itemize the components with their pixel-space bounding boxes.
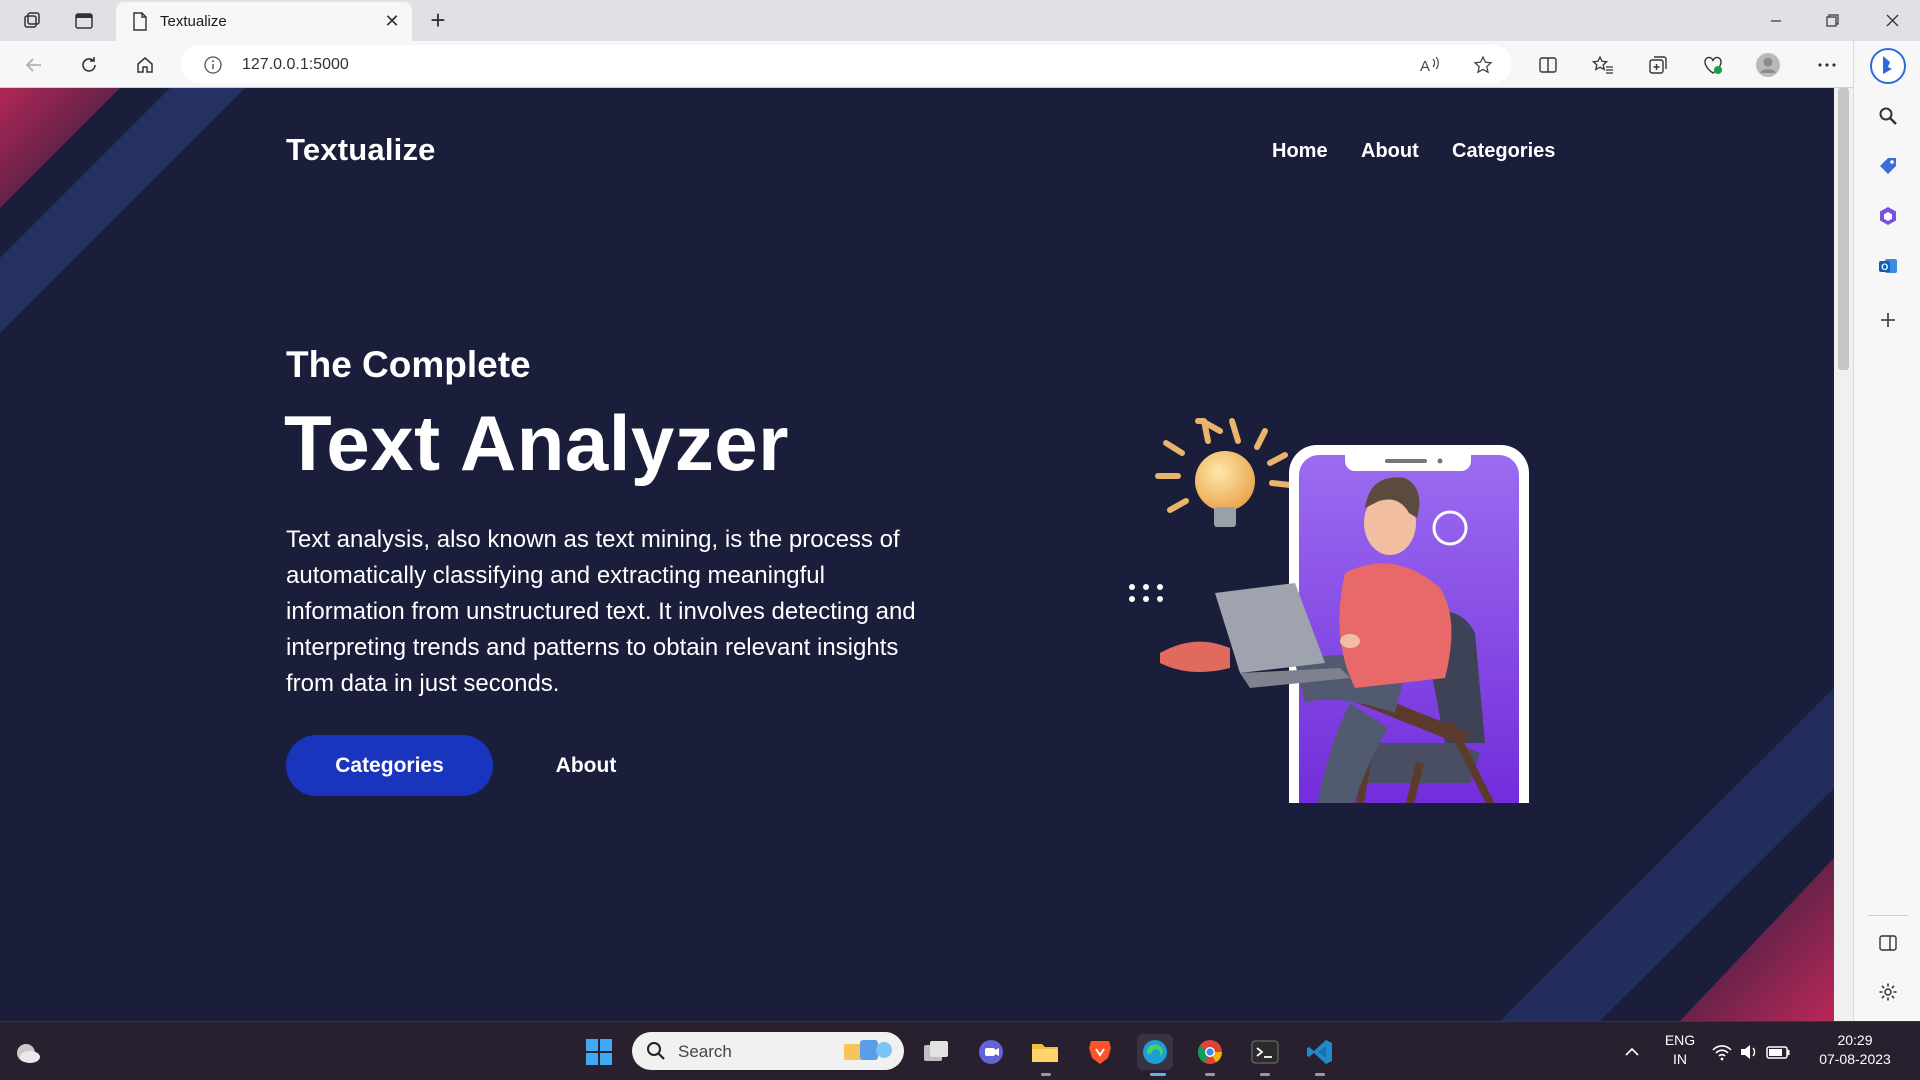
bing-copilot-icon[interactable]	[1869, 47, 1907, 85]
decorative-dots-left	[1129, 584, 1163, 602]
sidebar-divider	[1868, 915, 1908, 916]
shopping-tag-icon[interactable]	[1873, 151, 1903, 181]
workspaces-icon[interactable]	[19, 8, 45, 34]
running-indicator	[1041, 1073, 1051, 1076]
clock[interactable]: 20:29 07-08-2023	[1810, 1032, 1900, 1067]
taskbar-search-box[interactable]: Search	[632, 1032, 904, 1070]
profile-avatar[interactable]	[1753, 50, 1783, 80]
nav-home-link[interactable]: Home	[1272, 140, 1328, 163]
more-options-icon[interactable]	[1812, 50, 1842, 80]
language-code: ENG	[1664, 1032, 1696, 1048]
search-icon	[646, 1041, 666, 1066]
hero-title: Text Analyzer	[284, 399, 790, 487]
edge-sidebar: O	[1853, 41, 1920, 1021]
hero-subtitle: The Complete	[286, 344, 531, 385]
region-code: IN	[1673, 1051, 1687, 1067]
browser-tab-strip: Textualize ✕ +	[0, 0, 1920, 41]
add-sidebar-app-icon[interactable]	[1873, 305, 1903, 335]
tab-close-icon[interactable]: ✕	[382, 11, 402, 31]
address-bar[interactable]: 127.0.0.1:5000 A	[180, 45, 1512, 83]
site-logo[interactable]: Textualize	[286, 132, 436, 168]
url-text[interactable]: 127.0.0.1:5000	[242, 56, 349, 74]
categories-button[interactable]: Categories	[286, 735, 493, 796]
office-icon[interactable]	[1873, 201, 1903, 231]
tab-title: Textualize	[160, 13, 227, 30]
close-window-icon[interactable]	[1864, 0, 1920, 41]
active-tab[interactable]: Textualize ✕	[116, 2, 412, 41]
hero-illustration	[1129, 418, 1529, 803]
file-explorer-icon[interactable]	[1027, 1034, 1063, 1070]
svg-text:O: O	[1881, 262, 1888, 272]
weather-icon[interactable]	[10, 1034, 46, 1070]
clock-time: 20:29	[1837, 1032, 1873, 1048]
start-windows-icon[interactable]	[581, 1034, 617, 1070]
page-icon	[132, 12, 148, 36]
task-view-icon[interactable]	[918, 1034, 954, 1070]
browser-toolbar: 127.0.0.1:5000 A	[0, 41, 1920, 88]
system-status-icons[interactable]	[1708, 1034, 1798, 1070]
windows-taskbar: Search ENG IN 20:29 07-08-2023	[0, 1021, 1920, 1080]
svg-text:A: A	[1420, 58, 1430, 75]
refresh-icon[interactable]	[74, 50, 104, 80]
lightbulb-icon	[1195, 451, 1255, 511]
search-highlight-icon	[840, 1036, 898, 1071]
show-hidden-icons-chevron-icon[interactable]	[1614, 1034, 1650, 1070]
site-info-icon[interactable]	[200, 52, 226, 78]
running-indicator	[1205, 1073, 1215, 1076]
search-icon[interactable]	[1873, 101, 1903, 131]
brave-browser-icon[interactable]	[1082, 1034, 1118, 1070]
outlook-icon[interactable]: O	[1873, 251, 1903, 281]
tab-actions-icon[interactable]	[71, 8, 97, 34]
search-placeholder: Search	[678, 1042, 732, 1061]
hero-description: Text analysis, also known as text mining…	[286, 526, 916, 697]
favorite-star-icon[interactable]	[1470, 52, 1496, 78]
back-icon[interactable]	[19, 50, 49, 80]
nav-categories-link[interactable]: Categories	[1452, 140, 1555, 163]
input-language[interactable]: ENG IN	[1658, 1032, 1702, 1067]
running-indicator	[1260, 1073, 1270, 1076]
running-indicator	[1315, 1073, 1325, 1076]
teams-chat-icon[interactable]	[973, 1034, 1009, 1070]
about-button[interactable]: About	[540, 735, 632, 796]
browser-essentials-icon[interactable]	[1698, 50, 1728, 80]
scrollbar-thumb[interactable]	[1838, 88, 1849, 370]
collections-icon[interactable]	[1643, 50, 1673, 80]
terminal-icon[interactable]	[1247, 1034, 1283, 1070]
page-viewport: Textualize Home About Categories The Com…	[0, 88, 1834, 1021]
clock-date: 07-08-2023	[1819, 1051, 1891, 1067]
hide-sidebar-icon[interactable]	[1873, 928, 1903, 958]
restore-icon[interactable]	[1804, 0, 1860, 41]
page-scrollbar[interactable]	[1834, 88, 1853, 1021]
home-icon[interactable]	[130, 50, 160, 80]
edge-browser-icon[interactable]	[1137, 1034, 1173, 1070]
minimize-icon[interactable]	[1748, 0, 1804, 41]
favorites-icon[interactable]	[1588, 50, 1618, 80]
read-aloud-icon[interactable]: A	[1417, 52, 1443, 78]
sidebar-settings-icon[interactable]	[1873, 977, 1903, 1007]
active-indicator	[1150, 1073, 1166, 1076]
chrome-browser-icon[interactable]	[1192, 1034, 1228, 1070]
split-screen-icon[interactable]	[1533, 50, 1563, 80]
vscode-icon[interactable]	[1302, 1034, 1338, 1070]
new-tab-button[interactable]: +	[424, 7, 452, 35]
nav-about-link[interactable]: About	[1361, 140, 1419, 163]
